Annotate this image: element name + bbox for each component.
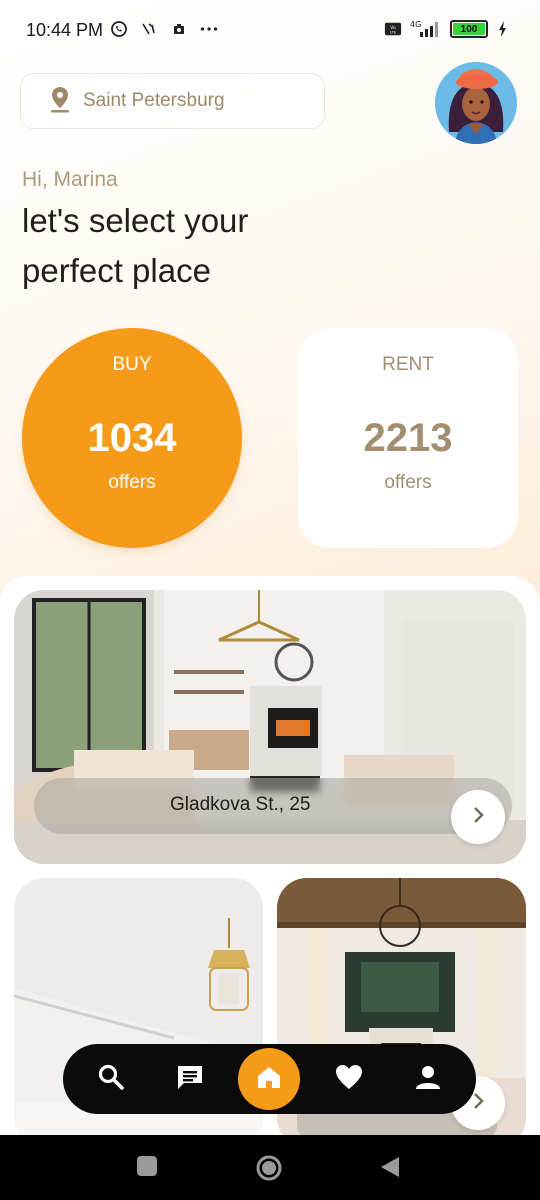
nav-home[interactable] <box>238 1048 301 1110</box>
status-time: 10:44 PM <box>26 20 104 40</box>
chat-icon <box>175 1063 205 1096</box>
buy-label: BUY <box>112 354 152 375</box>
battery-level: 100 <box>453 23 485 35</box>
bottom-nav <box>63 1044 476 1114</box>
rent-count: 2213 <box>363 416 453 460</box>
camera-icon <box>170 20 188 38</box>
page-title: let's select your perfect place <box>22 202 249 289</box>
home-icon <box>255 1063 283 1096</box>
home-button[interactable] <box>255 1154 283 1187</box>
signal-off-icon <box>140 20 158 38</box>
buy-count: 1034 <box>87 416 177 460</box>
recents-button[interactable] <box>136 1155 158 1182</box>
rent-sub: offers <box>384 472 432 493</box>
rent-offers-card[interactable]: RENT 2213 offers <box>298 328 518 548</box>
more-dots-icon <box>200 20 218 38</box>
charging-icon <box>494 20 512 38</box>
buy-sub: offers <box>108 472 156 493</box>
network-type: 4G <box>410 20 421 29</box>
nav-profile[interactable] <box>397 1048 459 1110</box>
status-bar: 10:44 PM Vo LTE 4G 100 <box>0 0 540 60</box>
cell-signal-icon: 4G <box>408 20 444 38</box>
greeting: Hi, Marina <box>22 168 118 191</box>
search-icon <box>97 1063 125 1096</box>
volte-icon: Vo LTE <box>384 20 402 38</box>
open-listing-button[interactable] <box>451 790 505 844</box>
chevron-right-icon <box>471 1092 485 1115</box>
listing-card[interactable]: Gladkova St., 25 <box>14 590 526 864</box>
back-button[interactable] <box>379 1155 401 1184</box>
profile-icon <box>415 1064 441 1095</box>
listing-address: Gladkova St., 25 <box>170 794 311 815</box>
system-status-icons: Vo LTE 4G 100 <box>384 20 512 38</box>
whatsapp-icon <box>110 20 128 38</box>
system-nav-bar <box>0 1135 540 1200</box>
buy-offers-card[interactable]: BUY 1034 offers <box>22 328 242 548</box>
svg-text:LTE: LTE <box>390 31 397 35</box>
heart-icon <box>334 1063 364 1096</box>
rent-label: RENT <box>382 354 434 375</box>
nav-favorites[interactable] <box>318 1048 380 1110</box>
chevron-right-icon <box>471 806 485 829</box>
location-label: Saint Petersburg <box>83 90 225 111</box>
notification-icons <box>110 20 218 38</box>
nav-search[interactable] <box>80 1048 142 1110</box>
location-pin-icon <box>49 85 71 118</box>
avatar[interactable] <box>435 62 517 144</box>
battery-icon: 100 <box>450 20 488 38</box>
address-pill: Gladkova St., 25 <box>34 778 512 834</box>
nav-messages[interactable] <box>159 1048 221 1110</box>
location-selector[interactable]: Saint Petersburg <box>20 73 325 129</box>
